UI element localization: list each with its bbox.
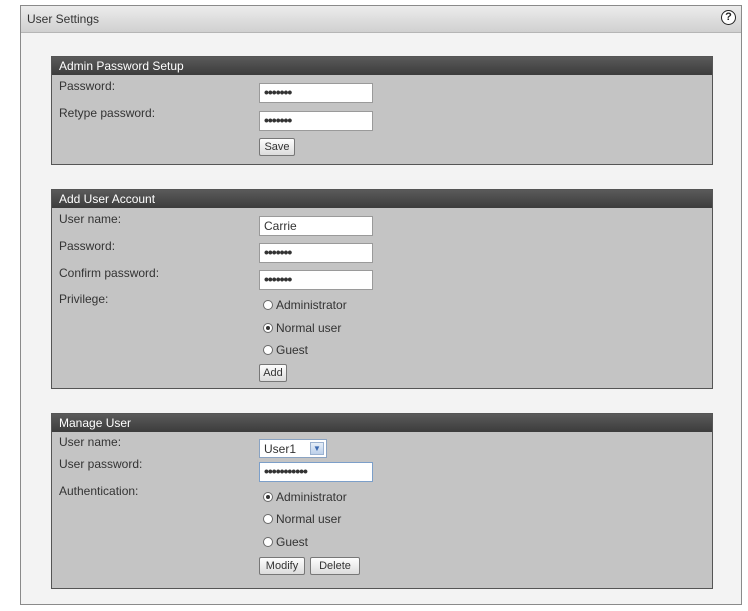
privilege-label: Privilege: xyxy=(59,292,109,306)
add-button[interactable]: Add xyxy=(259,364,287,382)
radio-circle-icon xyxy=(263,345,273,355)
privilege-radio-administrator[interactable]: Administrator xyxy=(263,298,347,314)
radio-label: Administrator xyxy=(276,490,347,504)
radio-label: Guest xyxy=(276,535,309,549)
admin-password-panel: Admin Password Setup Password: ••••••• R… xyxy=(51,56,713,165)
manage-user-header: Manage User xyxy=(52,414,712,432)
privilege-radio-normal-user[interactable]: Normal user xyxy=(263,321,341,337)
help-icon[interactable]: ? xyxy=(721,10,736,25)
admin-retype-input[interactable]: ••••••• xyxy=(259,111,373,131)
save-button[interactable]: Save xyxy=(259,138,295,156)
authentication-label: Authentication: xyxy=(59,484,139,498)
privilege-radio-guest[interactable]: Guest xyxy=(263,343,308,359)
admin-password-header: Admin Password Setup xyxy=(52,57,712,75)
title-bar: User Settings ? xyxy=(21,6,741,33)
radio-label: Guest xyxy=(276,343,309,357)
manage-username-label: User name: xyxy=(59,435,122,449)
auth-radio-guest[interactable]: Guest xyxy=(263,535,308,551)
radio-label: Normal user xyxy=(276,512,342,526)
radio-circle-icon xyxy=(263,300,273,310)
user-select-dropdown[interactable]: User1 ▼ xyxy=(259,439,327,458)
auth-radio-normal-user[interactable]: Normal user xyxy=(263,512,341,528)
add-confirm-label: Confirm password: xyxy=(59,266,160,280)
radio-label: Administrator xyxy=(276,298,347,312)
add-password-input[interactable]: ••••••• xyxy=(259,243,373,263)
radio-circle-icon xyxy=(263,537,273,547)
manage-user-panel: Manage User User name: User1 ▼ User pass… xyxy=(51,413,713,589)
add-username-input[interactable]: Carrie xyxy=(259,216,373,236)
radio-selected-icon xyxy=(263,323,273,333)
admin-password-label: Password: xyxy=(59,79,116,93)
auth-radio-administrator[interactable]: Administrator xyxy=(263,490,347,506)
radio-label: Normal user xyxy=(276,321,342,335)
admin-password-input[interactable]: ••••••• xyxy=(259,83,373,103)
add-user-panel: Add User Account User name: Carrie Passw… xyxy=(51,189,713,389)
admin-retype-label: Retype password: xyxy=(59,106,156,120)
window-title: User Settings xyxy=(27,12,100,26)
user-password-input[interactable]: ••••••••••• xyxy=(259,462,373,482)
add-password-label: Password: xyxy=(59,239,116,253)
add-user-header: Add User Account xyxy=(52,190,712,208)
user-select-value: User1 xyxy=(264,442,297,456)
chevron-down-icon[interactable]: ▼ xyxy=(310,442,324,455)
radio-circle-icon xyxy=(263,514,273,524)
add-confirm-input[interactable]: ••••••• xyxy=(259,270,373,290)
manage-password-label: User password: xyxy=(59,457,143,471)
delete-button[interactable]: Delete xyxy=(310,557,360,575)
user-settings-window: User Settings ? Admin Password Setup Pas… xyxy=(20,5,742,605)
add-username-label: User name: xyxy=(59,212,122,226)
radio-selected-icon xyxy=(263,492,273,502)
modify-button[interactable]: Modify xyxy=(259,557,305,575)
